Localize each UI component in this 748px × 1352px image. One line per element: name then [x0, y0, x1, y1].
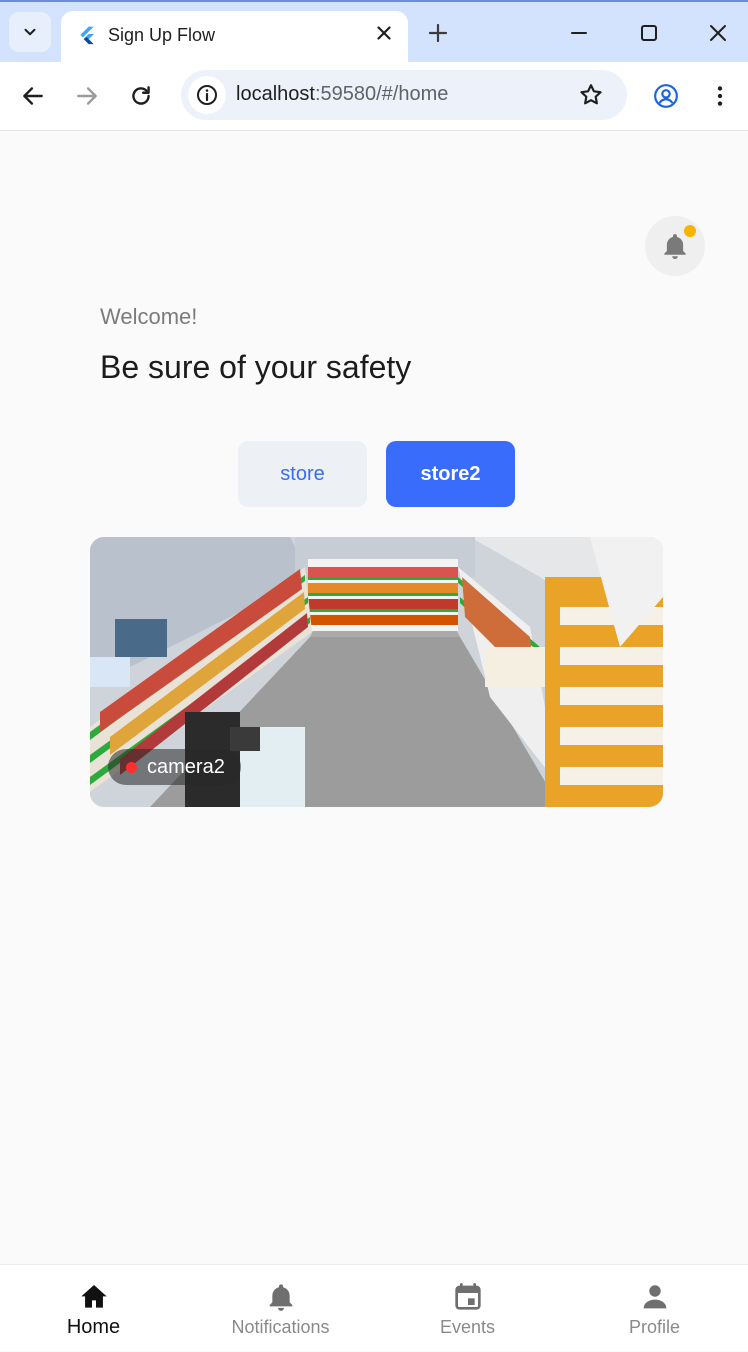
browser-tab-strip: Sign Up Flow: [0, 0, 748, 64]
bookmark-star-icon[interactable]: [578, 82, 604, 108]
nav-label-notifications: Notifications: [231, 1317, 330, 1337]
address-bar[interactable]: localhost:59580/#/home: [181, 70, 627, 120]
store-tab-store[interactable]: store: [238, 441, 367, 507]
chevron-down-icon: [24, 28, 36, 36]
person-icon: [643, 1285, 667, 1309]
close-window-icon[interactable]: [706, 21, 730, 45]
url-host: localhost: [236, 83, 315, 105]
home-icon: [81, 1285, 107, 1308]
new-tab-icon[interactable]: [426, 21, 450, 45]
close-tab-icon[interactable]: [373, 22, 395, 44]
camera-label: camera2: [108, 749, 241, 785]
profile-account-icon[interactable]: [653, 83, 679, 109]
forward-arrow-icon[interactable]: [74, 83, 100, 109]
maximize-icon[interactable]: [637, 21, 661, 45]
nav-label-home: Home: [66, 1316, 121, 1338]
nav-label-events: Events: [439, 1317, 496, 1337]
nav-item-notifications[interactable]: Notifications: [187, 1265, 374, 1352]
more-menu-icon[interactable]: [707, 83, 733, 109]
notification-badge: [684, 225, 696, 237]
page-headline: Be sure of your safety: [100, 349, 412, 385]
store-tab-store2[interactable]: store2: [386, 441, 515, 507]
camera-feed-card[interactable]: camera2: [90, 537, 663, 807]
nav-label-profile: Profile: [628, 1317, 681, 1337]
back-arrow-icon[interactable]: [20, 83, 46, 109]
browser-toolbar: localhost:59580/#/home: [0, 62, 748, 131]
tab-title: Sign Up Flow: [108, 25, 216, 45]
calendar-icon: [455, 1283, 481, 1310]
nav-item-events[interactable]: Events: [374, 1265, 561, 1352]
info-icon: [197, 85, 217, 105]
browser-tab[interactable]: Sign Up Flow: [61, 11, 408, 64]
live-status-dot: [126, 761, 137, 773]
bottom-navigation-bar: Home Notifications Events Profile: [0, 1264, 748, 1351]
bell-icon: [269, 1284, 293, 1311]
flutter-icon: [80, 26, 94, 45]
tab-search-button[interactable]: [9, 12, 51, 52]
url-text: localhost:59580/#/home: [236, 83, 448, 106]
nav-item-profile[interactable]: Profile: [561, 1265, 748, 1352]
notifications-button[interactable]: [645, 216, 705, 276]
minimize-icon[interactable]: [567, 21, 591, 45]
camera-name: camera2: [147, 755, 225, 778]
reload-icon[interactable]: [128, 83, 154, 109]
site-info-button[interactable]: [188, 76, 226, 114]
nav-item-home[interactable]: Home: [0, 1265, 187, 1352]
welcome-text: Welcome!: [100, 304, 198, 329]
url-path: :59580/#/home: [314, 83, 449, 105]
